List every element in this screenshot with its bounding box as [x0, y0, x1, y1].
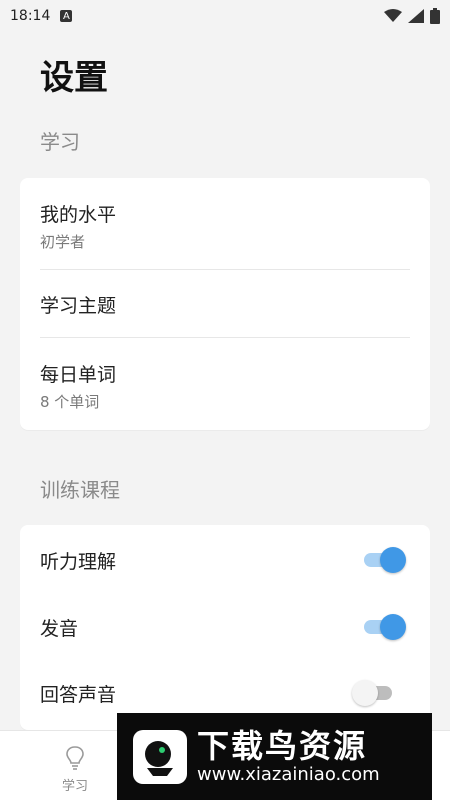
setting-title: 发音 [40, 618, 79, 640]
watermark-title: 下载鸟资源 [197, 726, 368, 765]
section-title-training: 训练课程 [40, 478, 120, 502]
divider [40, 269, 410, 270]
setting-title: 听力理解 [40, 551, 117, 573]
pronunciation-toggle[interactable] [364, 613, 406, 640]
battery-icon [430, 8, 440, 24]
divider [40, 337, 410, 338]
nav-label: 学习 [61, 779, 88, 794]
setting-title: 学习主题 [40, 295, 117, 317]
status-left: 18:14 A [10, 8, 73, 24]
signal-icon [408, 9, 424, 23]
setting-row-topics[interactable]: 学习主题 [20, 291, 430, 318]
toggle-thumb [380, 547, 406, 573]
setting-row-level[interactable]: 我的水平 初学者 [20, 200, 430, 252]
toggle-thumb [380, 614, 406, 640]
setting-title: 每日单词 [40, 364, 117, 386]
listening-toggle[interactable] [364, 546, 406, 573]
training-card: 听力理解 发音 回答声音 [20, 525, 430, 730]
setting-row-daily-words[interactable]: 每日单词 8 个单词 [20, 360, 430, 412]
bird-logo-icon [133, 729, 187, 784]
status-time: 18:14 [10, 8, 51, 24]
study-card: 我的水平 初学者 学习主题 每日单词 8 个单词 [20, 178, 430, 430]
page-title: 设置 [40, 58, 108, 98]
setting-subtitle: 初学者 [40, 233, 86, 251]
watermark-url: www.xiazainiao.com [197, 763, 380, 785]
status-right [384, 8, 440, 24]
wifi-icon [384, 9, 402, 22]
toggle-thumb [352, 680, 378, 706]
setting-title: 我的水平 [40, 204, 117, 226]
status-bar: 18:14 A [0, 0, 450, 32]
nav-item-study[interactable]: 学习 [40, 745, 110, 794]
lightbulb-icon [66, 746, 84, 770]
setting-subtitle: 8 个单词 [40, 393, 100, 411]
watermark-text: 下载鸟资源 www.xiazainiao.com [197, 728, 380, 786]
section-title-study: 学习 [40, 130, 80, 154]
answer-voice-toggle[interactable] [352, 679, 396, 706]
watermark-banner: 下载鸟资源 www.xiazainiao.com [117, 713, 432, 800]
notification-icon: A [60, 10, 73, 22]
